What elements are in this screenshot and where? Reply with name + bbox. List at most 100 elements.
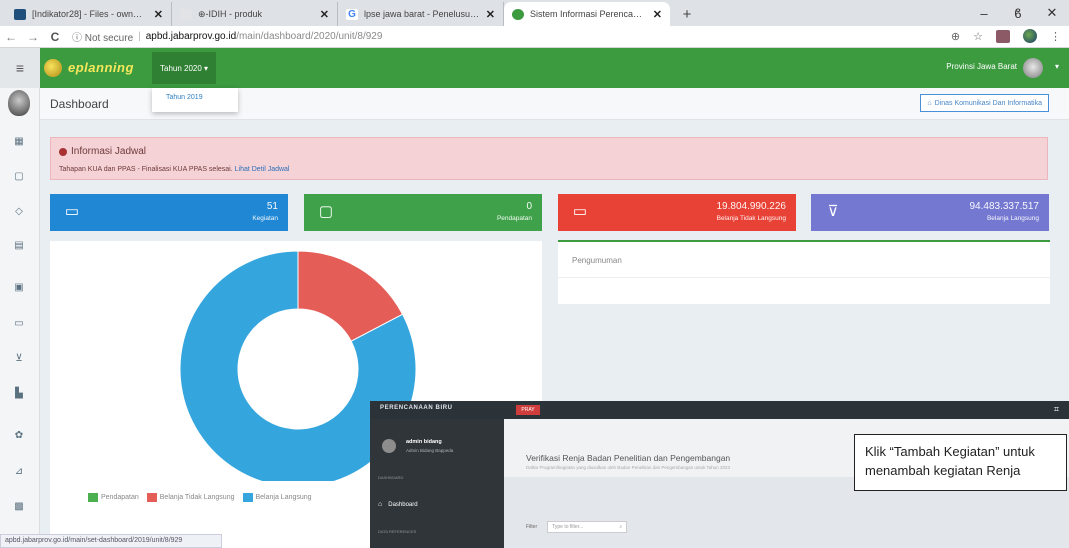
belanja-langsung-card[interactable]: ⊽ 94.483.337.517 Belanja Langsung (811, 194, 1049, 231)
kegiatan-card[interactable]: ▭ 51 Kegiatan (50, 194, 288, 231)
video-menu-dashboard-label: Dashboard (388, 501, 418, 508)
pendapatan-card[interactable]: ▢ 0 Pendapatan (304, 194, 542, 231)
tab-sistem-informasi[interactable]: Sistem Informasi Perencanaan Da ✕ (504, 2, 670, 26)
jabar-emblem-icon (8, 90, 30, 116)
kegiatan-label: Kegiatan (252, 215, 278, 222)
legend-label: Belanja Tidak Langsung (159, 494, 235, 501)
video-filter-input: Type to filter... ⌕ (547, 521, 628, 533)
schedule-alert: Informasi Jadwal Tahapan KUA dan PPAS - … (50, 137, 1048, 180)
belanja-tidak-langsung-card[interactable]: ▭ 19.804.990.226 Belanja Tidak Langsung (558, 194, 796, 231)
zoom-icon[interactable]: ⊕ (951, 30, 960, 43)
eplanning-logo-icon (44, 59, 62, 77)
view-schedule-link[interactable]: Lihat Detil Jadwal (235, 166, 290, 173)
window-controls: – ϐ ✕ (967, 0, 1069, 26)
table-icon[interactable]: ▤ (13, 240, 25, 251)
star-icon[interactable]: ☆ (973, 30, 983, 43)
chevron-down-icon[interactable]: ▾ (1055, 62, 1059, 71)
alert-title-text: Informasi Jadwal (71, 146, 147, 157)
report-icon[interactable]: ▩ (13, 501, 25, 512)
year-dropdown-menu: Tahun 2019 (152, 88, 238, 112)
chart-legend: Pendapatan Belanja Tidak Langsung Belanj… (88, 493, 312, 502)
new-tab-button[interactable]: + (676, 3, 698, 25)
pendapatan-label: Pendapatan (496, 215, 532, 222)
app-brand[interactable]: eplanning (68, 60, 134, 75)
legend-item-belanja-tidak-langsung[interactable]: Belanja Tidak Langsung (146, 493, 235, 502)
legend-swatch (146, 493, 157, 502)
video-filter-placeholder: Type to filter... (552, 524, 584, 530)
video-badge: PRAY (516, 405, 540, 415)
reload-button[interactable]: C (44, 30, 66, 44)
list-icon[interactable]: ▭ (13, 318, 25, 329)
tab-favicon (512, 9, 524, 20)
video-section-dashboard: DASHBOARD (378, 475, 404, 480)
close-icon[interactable]: ✕ (154, 8, 163, 21)
alert-title: Informasi Jadwal (59, 146, 146, 157)
home-icon: ⌂ (378, 501, 383, 508)
kegiatan-value: 51 (266, 201, 278, 212)
dinas-button-label: Dinas Komunikasi Dan Informatika (934, 99, 1042, 107)
browser-tab-bar: [Indikator28] - Files - ownCloud ✕ ⊕-IDI… (0, 0, 1069, 26)
apps-icon: ⌗ (1053, 404, 1059, 414)
announcement-panel: Pengumuman (558, 240, 1050, 304)
close-icon[interactable]: ✕ (320, 8, 329, 21)
address-bar: ← → C ⓘ Not secure | apbd.jabarprov.go.i… (0, 26, 1069, 48)
close-icon[interactable]: ✕ (486, 8, 495, 21)
credit-card-icon: ▭ (572, 203, 588, 220)
extension-icon[interactable] (996, 29, 1010, 43)
legend-swatch (88, 493, 98, 502)
tag-icon[interactable]: ◇ (13, 206, 25, 217)
video-sidebar: admin bidang Admin Bidang Bappeda DASHBO… (370, 419, 504, 548)
forward-button[interactable]: → (22, 30, 44, 44)
video-subheading: Daftar Program/kegiatan yang diusulkan o… (526, 465, 731, 470)
video-topbar: PERENCANAAN BIRU PRAY ⌗ (370, 401, 1069, 419)
tab-favicon (180, 9, 192, 20)
province-label: Provinsi Jawa Barat (946, 62, 1017, 71)
tab-idih[interactable]: ⊕-IDIH - produk ✕ (172, 2, 338, 26)
profile-icon[interactable] (1023, 29, 1037, 43)
file-text-icon[interactable]: ▙ (13, 388, 25, 399)
tab-google-search[interactable]: G lpse jawa barat - Penelusuran Go ✕ (338, 2, 504, 26)
browser-menu-icon[interactable]: ⋮ (1050, 30, 1061, 43)
video-user-name: admin bidang (406, 439, 442, 445)
year-dropdown-button[interactable]: Tahun 2020 ▾ (152, 52, 217, 84)
maximize-button[interactable]: ϐ (1001, 0, 1035, 26)
url-path: /main/dashboard/2020/unit/8/929 (236, 31, 383, 42)
legend-label: Pendapatan (101, 494, 139, 501)
pendapatan-value: 0 (526, 201, 532, 212)
tab-label: Sistem Informasi Perencanaan Da (530, 9, 647, 19)
address-bar-actions: ⊕ ☆ ⋮ (951, 29, 1061, 43)
file-icon[interactable]: ▣ (13, 282, 25, 293)
menu-toggle-icon[interactable]: ≡ (0, 48, 40, 88)
belanja-langsung-value: 94.483.337.517 (969, 201, 1039, 212)
tab-owncloud[interactable]: [Indikator28] - Files - ownCloud ✕ (6, 2, 172, 26)
belanja-tidak-langsung-label: Belanja Tidak Langsung (716, 215, 786, 222)
gear-icon[interactable]: ✿ (13, 430, 25, 441)
search-icon: ⌕ (619, 524, 623, 530)
cart-icon[interactable]: ⊻ (13, 353, 25, 364)
video-user-avatar (382, 439, 396, 453)
legend-item-belanja-langsung[interactable]: Belanja Langsung (242, 493, 312, 502)
video-brand: PERENCANAAN BIRU (380, 405, 453, 411)
user-avatar[interactable] (1023, 58, 1043, 78)
belanja-tidak-langsung-value: 19.804.990.226 (716, 201, 786, 212)
close-window-button[interactable]: ✕ (1035, 0, 1069, 26)
comment-icon: ▭ (64, 203, 80, 220)
minimize-button[interactable]: – (967, 0, 1001, 26)
browser-status-url: apbd.jabarprov.go.id/main/set-dashboard/… (0, 534, 222, 548)
page-title: Dashboard (50, 97, 109, 111)
back-button[interactable]: ← (0, 30, 22, 44)
divider (558, 277, 1050, 278)
legend-label: Belanja Langsung (255, 494, 312, 501)
url-field[interactable]: ⓘ Not secure | apbd.jabarprov.go.id /mai… (72, 29, 382, 44)
dropdown-item-tahun-2019[interactable]: Tahun 2019 (166, 94, 203, 101)
dashboard-grid-icon[interactable]: ▦ (13, 136, 25, 147)
legend-item-pendapatan[interactable]: Pendapatan (88, 493, 139, 502)
url-separator: | (138, 31, 141, 42)
video-section-references: DATA REFERENCES (378, 529, 417, 534)
chart-icon[interactable]: ⊿ (13, 466, 25, 477)
instruction-callout: Klik “Tambah Kegiatan” untuk menambah ke… (854, 434, 1067, 491)
close-icon[interactable]: ✕ (653, 8, 662, 21)
document-icon[interactable]: ▢ (13, 171, 25, 182)
dinas-button[interactable]: ⌂ Dinas Komunikasi Dan Informatika (920, 94, 1049, 112)
url-host: apbd.jabarprov.go.id (145, 31, 237, 42)
